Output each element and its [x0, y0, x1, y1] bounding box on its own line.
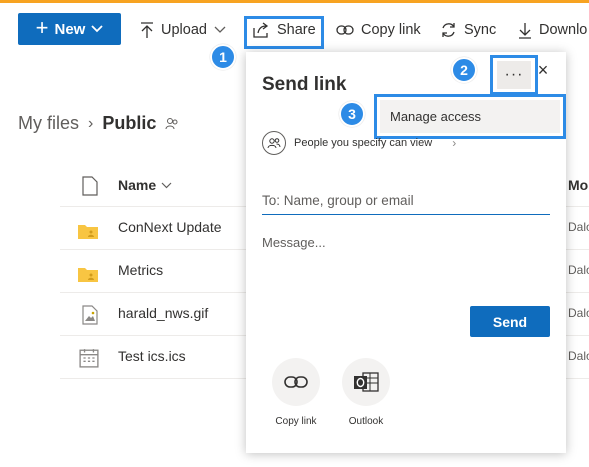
sync-label: Sync [464, 22, 497, 38]
image-file-icon [82, 305, 98, 325]
more-options-highlight-box: ··· [490, 55, 538, 95]
file-name[interactable]: Test ics.ics [118, 348, 186, 364]
recipients-input[interactable]: To: Name, group or email [262, 191, 550, 215]
file-name[interactable]: Metrics [118, 262, 163, 278]
breadcrumb-current: Public [102, 113, 157, 133]
new-button[interactable]: + New [18, 13, 121, 45]
upload-label: Upload [161, 22, 207, 38]
sync-button[interactable]: Sync [440, 16, 496, 44]
download-icon [519, 22, 531, 39]
column-header-name-label: Name [118, 177, 157, 193]
share-highlight-box [244, 16, 324, 49]
close-icon[interactable]: × [535, 61, 551, 79]
more-options-button[interactable]: ··· [497, 61, 531, 89]
breadcrumb: My files › Public [18, 113, 179, 134]
plus-icon: + [35, 15, 49, 40]
copy-link-label: Copy link [361, 22, 421, 38]
chevron-right-icon: › [452, 136, 457, 150]
modified-by: Dalo [568, 306, 589, 320]
dialog-title: Send link [262, 74, 347, 95]
callout-badge-3: 3 [339, 101, 365, 127]
link-icon [336, 25, 354, 35]
link-icon [272, 358, 320, 406]
file-name[interactable]: harald_nws.gif [118, 305, 208, 321]
new-button-label: New [54, 20, 86, 38]
folder-icon [78, 268, 98, 282]
outlook-icon [342, 358, 390, 406]
outlook-option[interactable]: Outlook [336, 358, 396, 427]
column-header-name[interactable]: Name [118, 177, 172, 193]
copy-link-option[interactable]: Copy link [266, 358, 326, 427]
modified-by: Dalo [568, 263, 589, 277]
modified-by: Dalo [568, 220, 589, 234]
file-type-icon [82, 176, 98, 196]
chevron-down-icon [214, 26, 226, 33]
outlook-option-label: Outlook [348, 416, 384, 427]
shared-people-icon [165, 117, 178, 129]
people-icon [262, 131, 286, 155]
link-permission-selector[interactable]: People you specify can view › [262, 131, 456, 155]
download-button[interactable]: Downlo [518, 16, 587, 44]
permission-text: People you specify can view [294, 137, 433, 149]
copy-link-option-label: Copy link [275, 416, 317, 427]
message-input[interactable]: Message... [262, 235, 326, 250]
upload-icon [141, 21, 153, 38]
send-link-dialog: Send link ··· × Manage access People you… [246, 52, 566, 453]
calendar-file-icon [79, 349, 99, 368]
manage-access-menu-item[interactable]: Manage access [380, 100, 560, 133]
chevron-down-icon [161, 182, 172, 188]
sync-icon [442, 23, 455, 37]
file-name[interactable]: ConNext Update [118, 219, 222, 235]
chevron-right-icon: › [88, 114, 94, 132]
folder-icon [78, 225, 98, 239]
command-bar: + New Upload Share Copy link Sync Downlo [0, 3, 589, 53]
breadcrumb-my-files[interactable]: My files [18, 113, 79, 134]
chevron-down-icon [91, 25, 103, 33]
copy-link-button[interactable]: Copy link [336, 16, 421, 44]
modified-by: Dalo [568, 349, 589, 363]
callout-badge-1: 1 [210, 44, 236, 70]
download-label: Downlo [539, 22, 588, 38]
send-button[interactable]: Send [470, 306, 550, 337]
upload-button[interactable]: Upload [140, 16, 226, 44]
column-header-modified[interactable]: Mo [568, 177, 588, 193]
callout-badge-2: 2 [451, 57, 477, 83]
